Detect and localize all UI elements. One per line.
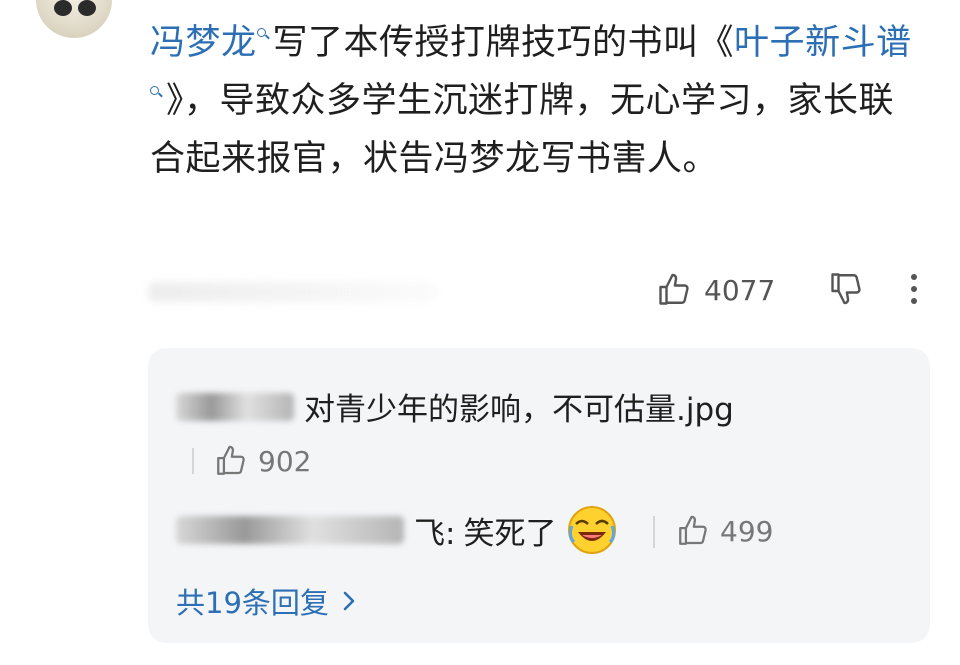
reply-like-button[interactable]: 499	[676, 514, 773, 548]
blurred-username	[176, 516, 404, 544]
comment-text: 冯梦龙 写了本传授打牌技巧的书叫《叶子新斗谱》，导致众多学生沉迷打牌，无心学习，家…	[150, 23, 912, 179]
like-count: 4077	[704, 273, 776, 307]
avatar[interactable]	[36, 0, 112, 38]
thumbs-up-icon	[679, 515, 707, 545]
comment-actions: 4077	[656, 268, 917, 312]
blurred-meta	[148, 282, 438, 302]
reply-like-count: 499	[720, 514, 774, 548]
thumbs-down-icon[interactable]	[828, 270, 864, 306]
reply-item[interactable]: 对青少年的影响，不可估量.jpg	[176, 384, 734, 429]
divider	[653, 516, 655, 548]
reply-like-button[interactable]: 902	[214, 444, 311, 478]
divider	[192, 448, 194, 474]
reply-like-count: 902	[258, 444, 312, 478]
chevron-right-icon	[343, 591, 355, 611]
search-icon	[150, 86, 162, 98]
reply-text: 对青少年的影响，不可估量.jpg	[304, 392, 734, 428]
reply-text: 笑死了	[463, 515, 557, 552]
reply-username-suffix: 飞:	[414, 515, 456, 552]
search-icon	[256, 28, 269, 40]
thumbs-up-icon	[217, 445, 245, 475]
reply-box: 对青少年的影响，不可估量.jpg 902 飞: 笑死了 499 共19条回复	[148, 348, 930, 643]
view-all-replies-link[interactable]: 共19条回复	[176, 580, 357, 622]
blurred-username	[176, 392, 294, 421]
more-options-icon[interactable]	[910, 272, 918, 306]
thumbs-up-icon	[659, 273, 689, 305]
laughing-emoji-icon	[568, 506, 617, 554]
mention-link-fengmenglong[interactable]: 冯梦龙	[150, 23, 273, 63]
like-button[interactable]: 4077	[656, 272, 775, 308]
reply-item[interactable]: 飞: 笑死了	[176, 504, 618, 556]
